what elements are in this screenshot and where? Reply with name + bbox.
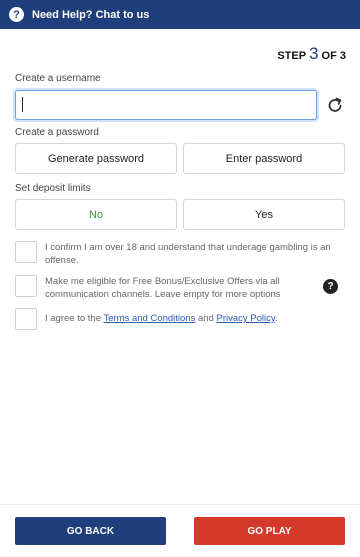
- text-cursor: [22, 97, 23, 112]
- terms-row: I agree to the Terms and Conditions and …: [15, 308, 335, 330]
- help-chat-label[interactable]: Need Help? Chat to us: [32, 9, 149, 21]
- terms-checkbox[interactable]: [15, 308, 37, 330]
- enter-password-button[interactable]: Enter password: [183, 143, 345, 174]
- go-play-button[interactable]: GO PLAY: [194, 517, 345, 545]
- age-confirm-row: I confirm I am over 18 and understand th…: [15, 241, 335, 267]
- offers-checkbox[interactable]: [15, 275, 37, 297]
- deposit-limits-no-button[interactable]: No: [15, 199, 177, 230]
- step-indicator: STEP 3 OF 3: [277, 44, 346, 64]
- step-suffix: OF 3: [321, 50, 346, 62]
- terms-link[interactable]: Terms and Conditions: [103, 313, 195, 324]
- step-current-number: 3: [309, 44, 319, 63]
- generate-password-button[interactable]: Generate password: [15, 143, 177, 174]
- privacy-policy-link[interactable]: Privacy Policy: [216, 313, 274, 324]
- password-label: Create a password: [15, 127, 99, 138]
- offers-text: Make me eligible for Free Bonus/Exclusiv…: [45, 276, 281, 300]
- age-confirm-text: I confirm I am over 18 and understand th…: [45, 242, 331, 266]
- terms-suffix: .: [274, 313, 278, 324]
- username-label: Create a username: [15, 73, 101, 84]
- terms-mid: and: [195, 313, 217, 324]
- terms-prefix: I agree to the: [45, 313, 104, 324]
- deposit-limits-label: Set deposit limits: [15, 183, 91, 194]
- offers-help-icon[interactable]: ?: [323, 279, 338, 294]
- deposit-limits-yes-button[interactable]: Yes: [183, 199, 345, 230]
- help-chat-bar[interactable]: ? Need Help? Chat to us: [0, 0, 360, 29]
- terms-text: I agree to the Terms and Conditions and …: [45, 308, 335, 330]
- refresh-icon[interactable]: [325, 95, 345, 115]
- step-prefix: STEP: [277, 50, 307, 62]
- offers-row: Make me eligible for Free Bonus/Exclusiv…: [15, 275, 305, 301]
- question-circle-icon: ?: [9, 7, 24, 22]
- username-input[interactable]: [15, 90, 317, 120]
- age-confirm-checkbox[interactable]: [15, 241, 37, 263]
- go-back-button[interactable]: GO BACK: [15, 517, 166, 545]
